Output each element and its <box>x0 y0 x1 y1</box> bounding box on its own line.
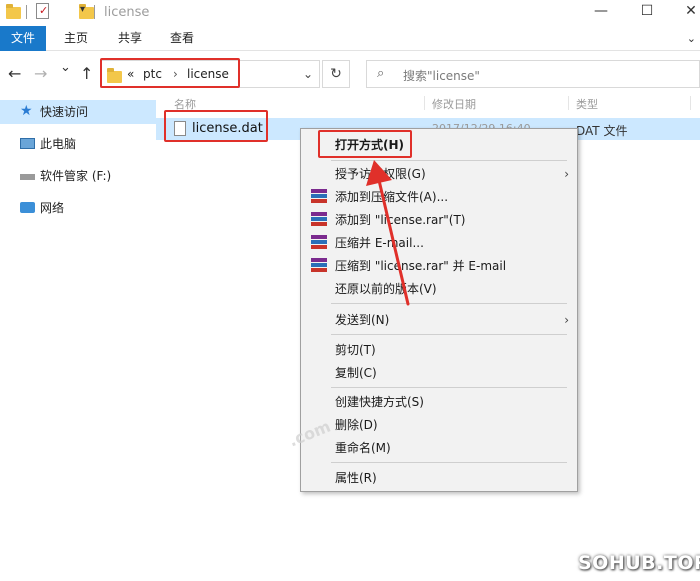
arrow-annotation-icon <box>366 160 410 306</box>
brand-watermark: SOHUB.TOP <box>578 552 700 574</box>
